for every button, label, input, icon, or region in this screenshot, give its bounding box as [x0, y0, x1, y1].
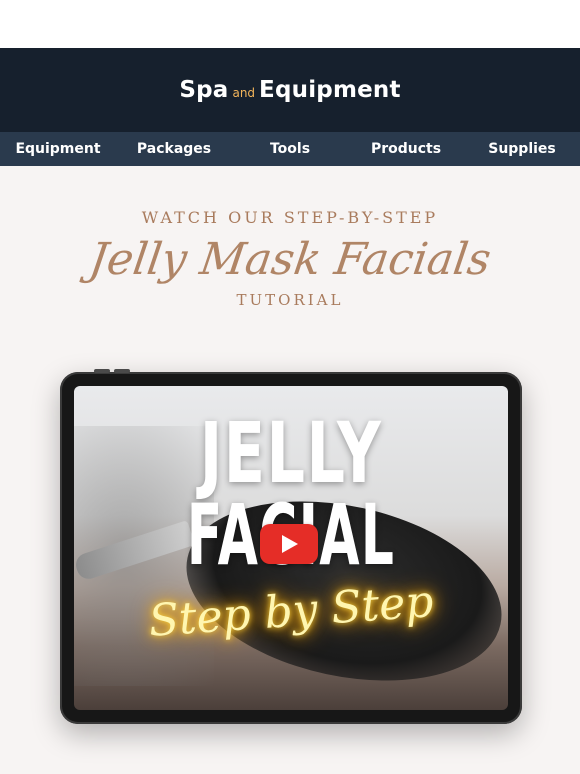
tablet-button: [94, 369, 110, 373]
nav-item-equipment[interactable]: Equipment: [0, 141, 116, 157]
nav-item-tools[interactable]: Tools: [232, 141, 348, 157]
brand-logo[interactable]: Spa and Equipment: [179, 77, 400, 103]
brand-connector: and: [232, 86, 256, 100]
main-nav: Equipment Packages Tools Products Suppli…: [0, 132, 580, 166]
tablet-button: [114, 369, 130, 373]
hero-script-title: Jelly Mask Facials: [86, 234, 494, 285]
hero-subline: TUTORIAL: [236, 291, 344, 309]
hero-eyebrow: WATCH OUR STEP-BY-STEP: [141, 208, 439, 227]
hero: WATCH OUR STEP-BY-STEP Jelly Mask Facial…: [0, 208, 580, 309]
tablet-mockup: JELLY FACIAL Step by Step: [60, 369, 522, 724]
video-thumbnail[interactable]: JELLY FACIAL Step by Step: [74, 386, 508, 710]
brand-right: Equipment: [259, 77, 401, 103]
play-button[interactable]: [260, 524, 318, 564]
nav-item-products[interactable]: Products: [348, 141, 464, 157]
nav-item-supplies[interactable]: Supplies: [464, 141, 580, 157]
brand-left: Spa: [179, 77, 229, 103]
header: Spa and Equipment: [0, 48, 580, 132]
play-icon: [282, 535, 298, 553]
top-strip: [0, 0, 580, 48]
nav-item-packages[interactable]: Packages: [116, 141, 232, 157]
